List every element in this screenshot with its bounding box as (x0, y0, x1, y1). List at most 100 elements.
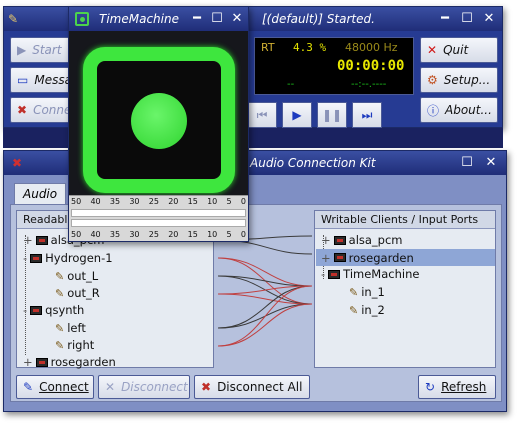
rt-label: RT (261, 41, 275, 54)
port-label: in_2 (361, 303, 385, 317)
plug-icon: ✎ (55, 269, 65, 283)
start-label: Start (32, 43, 62, 57)
status-display: RT 4.3 % 48000 Hz 00:00:00 -- --:--.---- (254, 37, 414, 95)
close-icon[interactable]: ✕ (482, 154, 500, 172)
info-icon: ⓘ (427, 103, 440, 118)
client-icon (333, 235, 346, 245)
client-timemachine[interactable]: - TimeMachine (321, 267, 419, 281)
scale-label: 20 (168, 197, 179, 206)
scale-label: 15 (187, 230, 198, 239)
connect-ports-label: Connect (39, 380, 89, 394)
connect-icon: ✖ (12, 156, 23, 170)
client-label: rosegarden (50, 355, 116, 369)
maximize-icon[interactable]: ☐ (208, 10, 226, 28)
scale-label: 20 (168, 230, 179, 239)
tab-audio[interactable]: Audio (14, 183, 66, 205)
tool-icon: ✎ (8, 12, 19, 26)
pause-icon: ❚❚ (321, 108, 343, 122)
plug-icon: ✎ (349, 285, 359, 299)
writable-clients-list[interactable]: Writable Clients / Input Ports + alsa_pc… (314, 210, 496, 368)
port-label: left (67, 321, 86, 335)
port-in-2[interactable]: ✎ in_2 (349, 303, 385, 317)
time-display: 00:00:00 (337, 58, 405, 74)
scale-label: 25 (148, 230, 159, 239)
disconnect-all-icon: ✖ (201, 380, 212, 394)
scale-label: 40 (90, 197, 101, 206)
plug-icon: ✎ (55, 338, 65, 352)
close-icon[interactable]: ✕ (480, 10, 498, 28)
scale-label: 0 (240, 230, 246, 239)
client-label: alsa_pcm (348, 233, 403, 247)
plug-icon: ✎ (55, 321, 65, 335)
disconnect-button[interactable]: ✕ Disconnect (98, 375, 190, 399)
scale-label: 5 (226, 230, 232, 239)
client-rosegarden[interactable]: + rosegarden (23, 355, 116, 369)
port-right[interactable]: ✎ right (55, 338, 94, 352)
meter-bar-right (71, 219, 246, 227)
setup-button[interactable]: ⚙ Setup... (420, 67, 498, 93)
client-alsa-pcm-input[interactable]: + alsa_pcm (321, 233, 403, 247)
client-icon (35, 235, 48, 245)
scale-label: 50 (71, 197, 82, 206)
client-icon (333, 253, 346, 262)
scale-label: 35 (109, 230, 121, 239)
timemachine-title: TimeMachine (99, 12, 179, 26)
rewind-button[interactable]: ⏮ (247, 102, 277, 128)
about-label: About... (445, 103, 492, 117)
quit-label: Quit (443, 43, 469, 57)
connect-icon: ✎ (23, 380, 34, 394)
jack-control-title: [(default)] Started. (262, 12, 375, 26)
scale-label: 5 (226, 197, 232, 206)
meter-scale-bottom: 50 40 35 30 25 20 15 10 5 0 (71, 230, 246, 239)
sample-rate: 48000 Hz (345, 41, 398, 54)
meter-scale-top: 50 40 35 30 25 20 15 10 5 0 (71, 197, 246, 206)
disconnect-all-button[interactable]: ✖ Disconnect All (194, 375, 310, 399)
client-icon (328, 269, 341, 279)
maximize-icon[interactable]: ☐ (458, 10, 476, 28)
client-rosegarden-input[interactable]: + rosegarden (316, 249, 495, 266)
client-label: TimeMachine (343, 267, 420, 281)
scale-label: 40 (90, 230, 101, 239)
maximize-icon[interactable]: ☐ (458, 154, 476, 172)
port-out-l[interactable]: ✎ out_L (55, 269, 98, 283)
port-label: in_1 (361, 285, 385, 299)
connect-ports-button[interactable]: ✎ Connect (16, 375, 94, 399)
client-hydrogen[interactable]: - Hydrogen-1 (23, 251, 113, 265)
about-button[interactable]: ⓘ About... (420, 97, 498, 123)
play-icon: ▶ (17, 43, 27, 57)
close-icon[interactable]: ✕ (228, 10, 246, 28)
scale-label: 30 (129, 197, 140, 206)
plug-icon: ✎ (55, 286, 65, 300)
scale-label: 10 (207, 197, 218, 206)
pause-button[interactable]: ❚❚ (317, 102, 347, 128)
disconnect-icon: ✕ (105, 380, 116, 394)
record-button[interactable] (83, 47, 235, 193)
quit-button[interactable]: ✕ Quit (420, 37, 498, 63)
setup-icon: ⚙ (427, 73, 438, 87)
port-out-r[interactable]: ✎ out_R (55, 286, 100, 300)
port-left[interactable]: ✎ left (55, 321, 86, 335)
minimize-icon[interactable]: ━ (436, 10, 454, 28)
record-indicator (131, 93, 187, 149)
play-button[interactable]: ▶ (282, 102, 312, 128)
port-label: out_R (67, 286, 100, 300)
disconnect-all-label: Disconnect All (217, 380, 303, 394)
scale-label: 15 (187, 197, 198, 206)
client-icon (30, 253, 43, 263)
scale-label: 10 (207, 230, 218, 239)
meter-bar-left (71, 209, 246, 217)
disconnect-label: Disconnect (121, 380, 188, 394)
connection-kit-title: Audio Connection Kit (250, 156, 376, 170)
scale-label: 0 (240, 197, 246, 206)
messages-icon: ▭ (17, 73, 29, 87)
refresh-button[interactable]: ↻ Refresh (418, 375, 496, 399)
port-in-1[interactable]: ✎ in_1 (349, 285, 385, 299)
client-icon (30, 305, 43, 315)
client-qsynth[interactable]: - qsynth (23, 303, 84, 317)
setup-label: Setup... (443, 73, 491, 87)
client-label: Hydrogen-1 (45, 251, 113, 265)
fast-forward-button[interactable]: ⏭ (352, 102, 382, 128)
refresh-icon: ↻ (425, 380, 436, 394)
client-icon (35, 357, 48, 367)
minimize-icon[interactable]: ━ (188, 10, 206, 28)
